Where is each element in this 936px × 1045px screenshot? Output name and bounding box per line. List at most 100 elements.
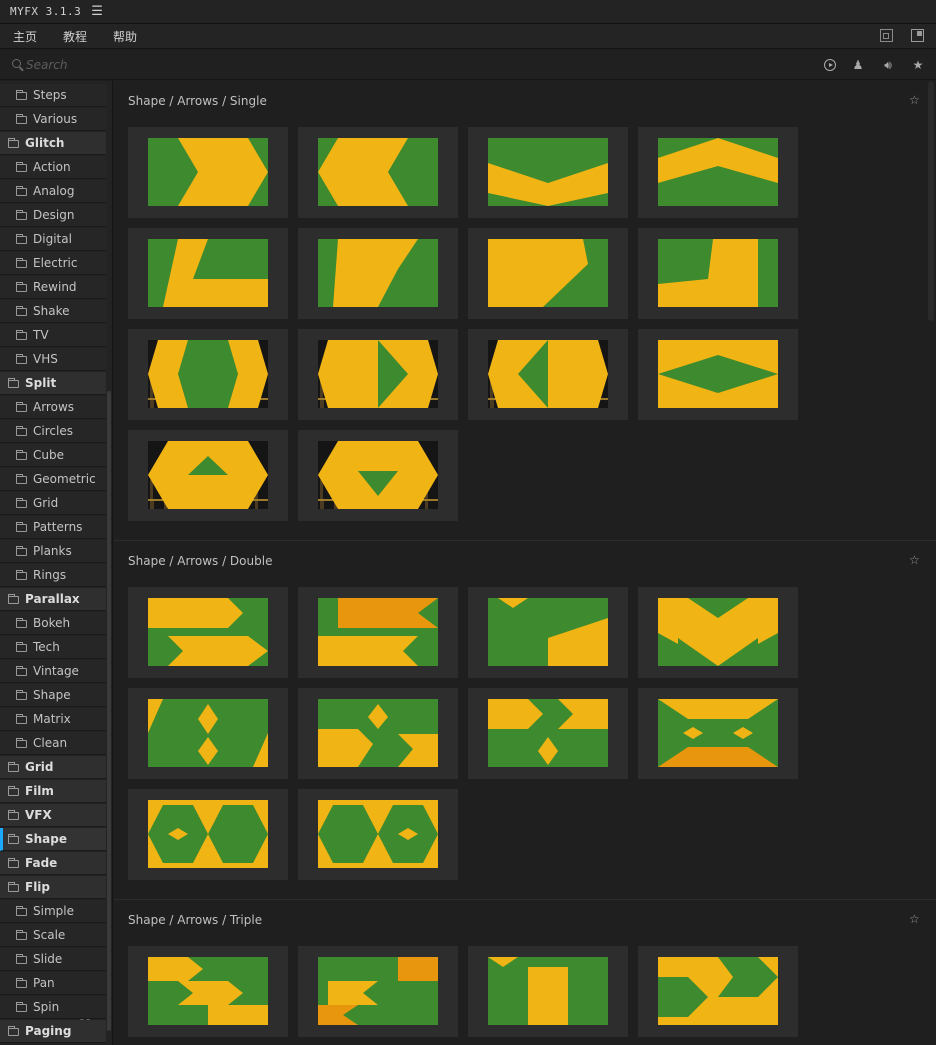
preset-thumbnail[interactable] <box>298 127 458 218</box>
sidebar-item-label: Clean <box>33 736 68 750</box>
sidebar-item-tech[interactable]: Tech <box>0 636 106 659</box>
sidebar-item-clean[interactable]: Clean <box>0 732 106 755</box>
preset-thumbnail[interactable] <box>638 329 798 420</box>
sidebar-item-rings[interactable]: Rings <box>0 564 106 587</box>
preset-thumbnail[interactable] <box>298 228 458 319</box>
sidebar-item-label: VHS <box>33 352 58 366</box>
window-controls <box>880 29 924 42</box>
preset-thumbnail[interactable] <box>128 587 288 678</box>
preset-thumbnail[interactable] <box>128 329 288 420</box>
sidebar-item-grid[interactable]: Grid <box>0 492 106 515</box>
favorites-star-icon[interactable]: ★ <box>910 57 926 73</box>
folder-icon <box>16 906 27 916</box>
preset-thumbnail[interactable] <box>128 946 288 1037</box>
preset-thumbnail[interactable] <box>128 430 288 521</box>
menu-tutorial[interactable]: 教程 <box>63 28 87 45</box>
sidebar-item-matrix[interactable]: Matrix <box>0 708 106 731</box>
preset-thumbnail[interactable] <box>468 127 628 218</box>
folder-icon <box>16 522 27 532</box>
sidebar-item-shape[interactable]: Shape <box>0 684 106 707</box>
preset-thumbnail[interactable] <box>298 688 458 779</box>
sidebar-item-shake[interactable]: Shake <box>0 300 106 323</box>
preset-thumbnail[interactable] <box>638 228 798 319</box>
favorite-star-icon[interactable]: ☆ <box>909 554 922 567</box>
sidebar-item-patterns[interactable]: Patterns <box>0 516 106 539</box>
sidebar-item-electric[interactable]: Electric <box>0 252 106 275</box>
sidebar-item-planks[interactable]: Planks <box>0 540 106 563</box>
preset-thumbnail[interactable] <box>298 946 458 1037</box>
sidebar-item-arrows[interactable]: Arrows <box>0 396 106 419</box>
preset-thumbnail[interactable] <box>298 430 458 521</box>
sidebar-item-label: Paging <box>25 1024 72 1038</box>
preset-thumbnail[interactable] <box>298 329 458 420</box>
main-scrollbar[interactable] <box>928 81 934 321</box>
volume-icon[interactable]: 🔊︎ <box>880 57 896 73</box>
sidebar-item-simple[interactable]: Simple <box>0 900 106 923</box>
sidebar-item-steps[interactable]: Steps <box>0 84 106 107</box>
sidebar-item-film[interactable]: Film <box>0 780 106 803</box>
preset-thumbnail[interactable] <box>468 946 628 1037</box>
sidebar-item-design[interactable]: Design <box>0 204 106 227</box>
sidebar-item-rewind[interactable]: Rewind <box>0 276 106 299</box>
preset-thumbnail[interactable] <box>638 946 798 1037</box>
sidebar-item-various[interactable]: Various <box>0 108 106 131</box>
sidebar-item-vintage[interactable]: Vintage <box>0 660 106 683</box>
sidebar-item-circles[interactable]: Circles <box>0 420 106 443</box>
preset-preview-image <box>658 699 778 767</box>
sidebar-item-label: Spin <box>33 1000 60 1014</box>
preset-thumbnail[interactable] <box>638 587 798 678</box>
favorite-star-icon[interactable]: ☆ <box>909 94 922 107</box>
sidebar-item-slide[interactable]: Slide <box>0 948 106 971</box>
preset-thumbnail[interactable] <box>298 789 458 880</box>
sidebar-item-vhs[interactable]: VHS <box>0 348 106 371</box>
sidebar-item-glitch[interactable]: Glitch <box>0 132 106 155</box>
folder-icon <box>16 186 27 196</box>
sidebar-item-parallax[interactable]: Parallax <box>0 588 106 611</box>
sidebar-item-digital[interactable]: Digital <box>0 228 106 251</box>
hamburger-menu-icon[interactable]: ☰ <box>91 4 103 19</box>
folder-icon <box>16 738 27 748</box>
preset-thumbnail[interactable] <box>128 789 288 880</box>
sidebar-item-spin[interactable]: Spin <box>0 996 106 1019</box>
brush-icon[interactable]: ♟ <box>850 57 866 73</box>
preset-thumbnail[interactable] <box>128 127 288 218</box>
preset-thumbnail[interactable] <box>468 329 628 420</box>
search-input[interactable] <box>26 56 526 74</box>
preset-preview-image <box>658 239 778 307</box>
sidebar-item-shape[interactable]: Shape <box>0 828 106 851</box>
sidebar-item-geometric[interactable]: Geometric <box>0 468 106 491</box>
sidebar-item-label: Scale <box>33 928 66 942</box>
sidebar-item-action[interactable]: Action <box>0 156 106 179</box>
preset-thumbnail[interactable] <box>638 127 798 218</box>
preset-thumbnail[interactable] <box>298 587 458 678</box>
sidebar-item-pan[interactable]: Pan <box>0 972 106 995</box>
sidebar-item-grid[interactable]: Grid <box>0 756 106 779</box>
restore-window-icon[interactable] <box>880 29 893 42</box>
play-preview-icon[interactable] <box>824 59 836 71</box>
preset-thumbnail[interactable] <box>638 688 798 779</box>
preset-thumbnail[interactable] <box>128 688 288 779</box>
preset-thumbnail[interactable] <box>128 228 288 319</box>
sidebar-item-cube[interactable]: Cube <box>0 444 106 467</box>
sidebar-item-analog[interactable]: Analog <box>0 180 106 203</box>
preset-preview-image <box>488 340 608 408</box>
sidebar-item-scale[interactable]: Scale <box>0 924 106 947</box>
float-window-icon[interactable] <box>911 29 924 42</box>
preset-thumbnail[interactable] <box>468 587 628 678</box>
folder-icon <box>8 810 19 820</box>
preset-thumbnail[interactable] <box>468 228 628 319</box>
sidebar-item-split[interactable]: Split <box>0 372 106 395</box>
sidebar-item-tv[interactable]: TV <box>0 324 106 347</box>
preset-thumbnail[interactable] <box>468 688 628 779</box>
favorite-star-icon[interactable]: ☆ <box>909 913 922 926</box>
sidebar-item-paging[interactable]: Paging <box>0 1020 106 1043</box>
sidebar-item-vfx[interactable]: VFX <box>0 804 106 827</box>
menu-home[interactable]: 主页 <box>13 28 37 45</box>
menu-help[interactable]: 帮助 <box>113 28 137 45</box>
sidebar-item-label: Arrows <box>33 400 75 414</box>
sidebar-item-bokeh[interactable]: Bokeh <box>0 612 106 635</box>
sidebar-item-flip[interactable]: Flip <box>0 876 106 899</box>
sidebar-scrollbar[interactable] <box>107 391 111 1031</box>
sidebar-item-fade[interactable]: Fade <box>0 852 106 875</box>
preset-preview-image <box>658 598 778 666</box>
